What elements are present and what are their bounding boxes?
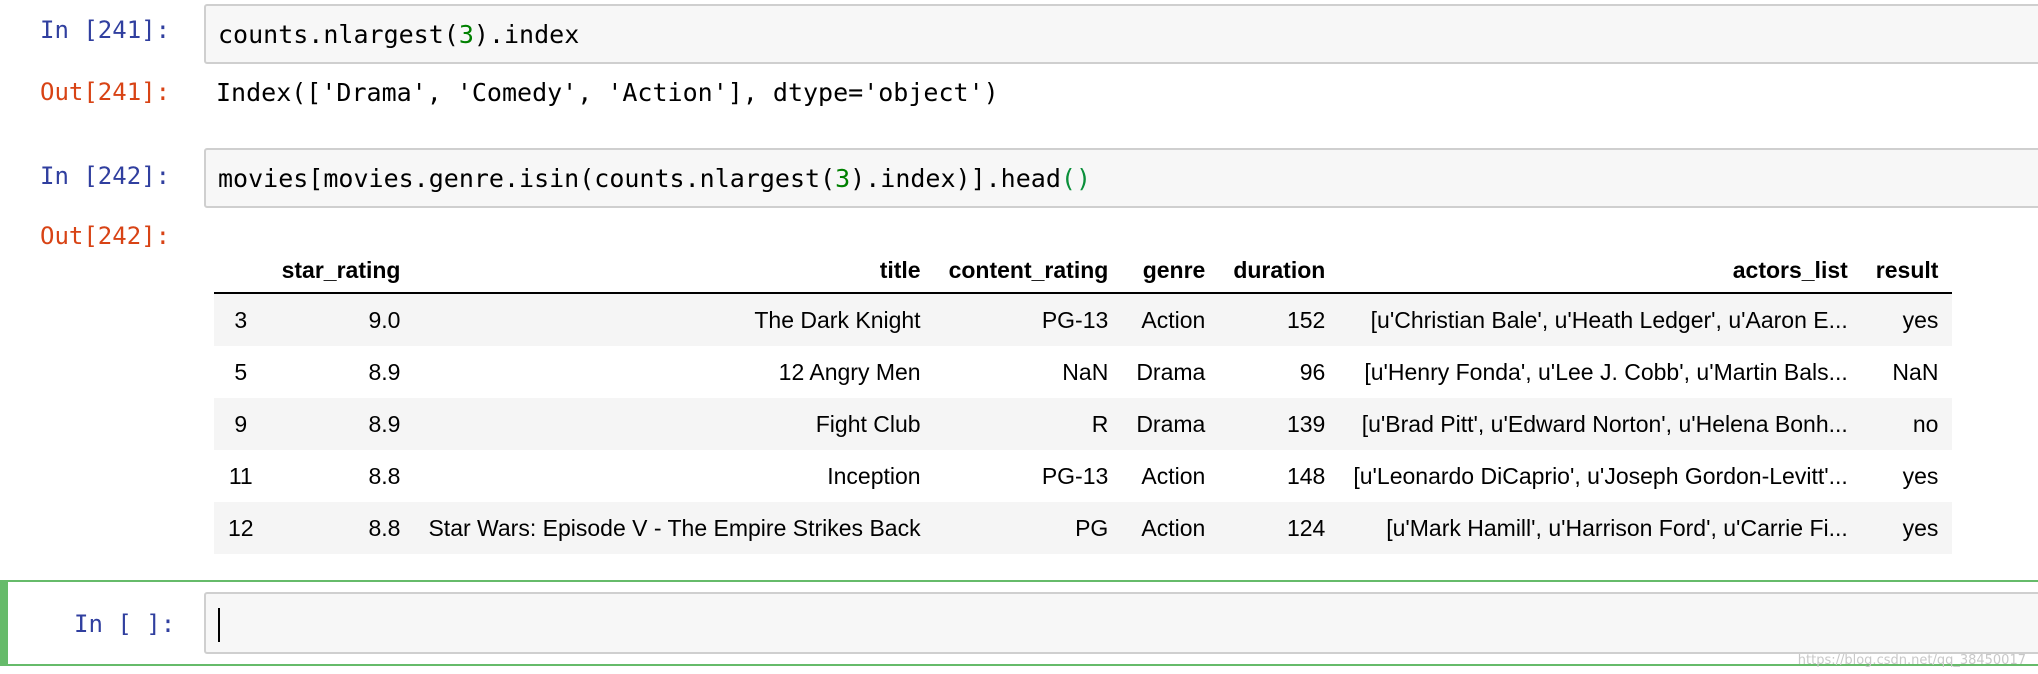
cell-duration: 124 (1286, 514, 1326, 541)
cell-star-rating: 8.9 (368, 410, 401, 437)
cell-content-rating: PG (1075, 514, 1109, 541)
cell-genre: Action (1141, 514, 1206, 541)
input-prompt-242: In [242]: (40, 162, 171, 190)
cell-duration: 148 (1286, 462, 1326, 489)
cell-genre: Drama (1136, 410, 1206, 437)
cell-title: Star Wars: Episode V - The Empire Strike… (428, 514, 921, 541)
row-index: 11 (228, 462, 253, 489)
cell-star-rating: 9.0 (368, 306, 401, 333)
input-prompt-empty: In [ ]: (74, 610, 176, 638)
row-index: 3 (234, 306, 248, 333)
table-header-row: star_rating title content_rating genre d… (214, 248, 1953, 293)
cell-star-rating: 8.9 (368, 358, 401, 385)
column-header-star-rating: star_rating (281, 256, 401, 283)
cell-actors-list: [u'Brad Pitt', u'Edward Norton', u'Helen… (1361, 410, 1848, 437)
code-text-242: movies[movies.genre.isin(counts.nlargest… (218, 164, 1091, 193)
cell-title: Inception (827, 462, 921, 489)
output-prompt-241: Out[241]: (40, 78, 171, 106)
cell-result: NaN (1892, 358, 1939, 385)
cell-content-rating: R (1091, 410, 1109, 437)
cell-star-rating: 8.8 (368, 462, 401, 489)
cell-result: yes (1902, 462, 1939, 489)
column-header-genre: genre (1142, 256, 1206, 283)
code-input-empty[interactable] (204, 592, 2038, 654)
cell-duration: 139 (1286, 410, 1326, 437)
table-row: 3 9.0 The Dark Knight PG-13 Action 152 [… (214, 293, 1953, 346)
cell-genre: Action (1141, 306, 1206, 333)
cell-content-rating: NaN (1062, 358, 1109, 385)
row-index: 12 (228, 514, 254, 541)
cell-content-rating: PG-13 (1041, 462, 1109, 489)
cell-result: yes (1902, 514, 1939, 541)
column-header-result: result (1875, 256, 1939, 283)
text-cursor (218, 608, 220, 642)
code-text-241: counts.nlargest(3).index (218, 20, 580, 49)
column-header-actors-list: actors_list (1732, 256, 1848, 283)
table-row: 5 8.9 12 Angry Men NaN Drama 96 [u'Henry… (214, 346, 1952, 398)
table-row: 9 8.9 Fight Club R Drama 139 [u'Brad Pit… (214, 398, 1953, 450)
cell-actors-list: [u'Christian Bale', u'Heath Ledger', u'A… (1370, 306, 1848, 333)
output-text-241: Index(['Drama', 'Comedy', 'Action'], dty… (216, 78, 999, 107)
cell-title: The Dark Knight (754, 306, 921, 333)
cell-genre: Action (1141, 462, 1206, 489)
output-prompt-242: Out[242]: (40, 222, 171, 250)
column-header-title: title (879, 256, 921, 283)
code-input-242[interactable]: movies[movies.genre.isin(counts.nlargest… (204, 148, 2038, 208)
cell-duration: 152 (1286, 306, 1326, 333)
row-index: 5 (234, 358, 248, 385)
cell-duration: 96 (1299, 358, 1326, 385)
table-row: 11 8.8 Inception PG-13 Action 148 [u'Leo… (214, 450, 1952, 502)
input-prompt-241: In [241]: (40, 16, 171, 44)
cell-content-rating: PG-13 (1041, 306, 1109, 333)
cell-result: no (1912, 410, 1939, 437)
cell-genre: Drama (1136, 358, 1206, 385)
code-input-241[interactable]: counts.nlargest(3).index (204, 4, 2038, 64)
cell-result: yes (1902, 306, 1939, 333)
column-header-content-rating: content_rating (948, 256, 1109, 283)
cell-actors-list: [u'Mark Hamill', u'Harrison Ford', u'Car… (1386, 514, 1848, 541)
cell-title: 12 Angry Men (778, 358, 921, 385)
cell-actors-list: [u'Leonardo DiCaprio', u'Joseph Gordon-L… (1353, 462, 1848, 489)
cell-star-rating: 8.8 (368, 514, 401, 541)
table-row: 12 8.8 Star Wars: Episode V - The Empire… (214, 502, 1953, 554)
column-header-index (214, 248, 268, 293)
column-header-duration: duration (1233, 256, 1326, 283)
cell-actors-list: [u'Henry Fonda', u'Lee J. Cobb', u'Marti… (1364, 358, 1848, 385)
dataframe-output-table: star_rating title content_rating genre d… (214, 248, 1953, 554)
row-index: 9 (234, 410, 248, 437)
watermark: https://blog.csdn.net/qq_38450017 (1797, 653, 2026, 668)
cell-title: Fight Club (815, 410, 921, 437)
